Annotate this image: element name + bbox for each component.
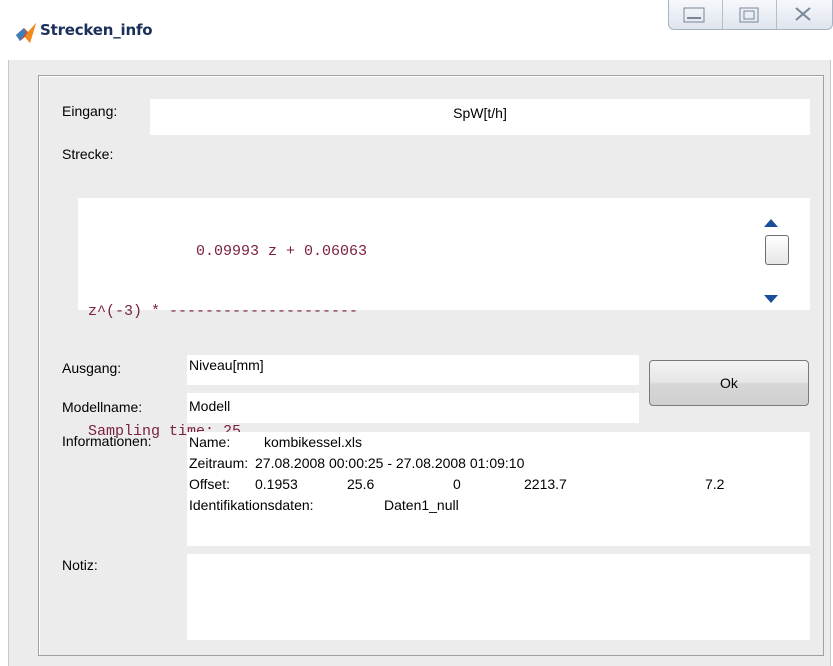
close-button[interactable] bbox=[777, 0, 832, 29]
info-offset-value: 0.1953 bbox=[255, 476, 298, 492]
scrollbar-thumb[interactable] bbox=[765, 235, 789, 265]
strecke-label: Strecke: bbox=[62, 146, 114, 162]
minimize-button[interactable] bbox=[669, 0, 723, 29]
info-ident-value: Daten1_null bbox=[384, 497, 459, 513]
ausgang-value: Niveau[mm] bbox=[189, 357, 264, 373]
eingang-label: Eingang: bbox=[62, 103, 118, 119]
info-zeitraum-value: 27.08.2008 00:00:25 - 27.08.2008 01:09:1… bbox=[255, 455, 525, 471]
modellname-label: Modellname: bbox=[62, 399, 143, 415]
ausgang-label: Ausgang: bbox=[62, 360, 122, 376]
title-bar: Strecken_info bbox=[0, 0, 833, 60]
notiz-textarea[interactable] bbox=[187, 554, 810, 640]
info-name-value: kombikessel.xls bbox=[264, 434, 363, 450]
maximize-icon bbox=[739, 7, 759, 23]
eingang-value: SpW[t/h] bbox=[453, 105, 507, 121]
close-icon bbox=[794, 7, 811, 21]
window-title: Strecken_info bbox=[40, 21, 153, 39]
modellname-value: Modell bbox=[189, 398, 231, 414]
info-name-label: Name: bbox=[189, 434, 231, 450]
ausgang-field[interactable]: Niveau[mm] bbox=[187, 355, 639, 385]
info-offset-value: 25.6 bbox=[347, 476, 375, 492]
notiz-label: Notiz: bbox=[62, 557, 98, 573]
info-offset-label: Offset: bbox=[189, 476, 230, 492]
info-zeitraum-label: Zeitraum: bbox=[189, 455, 249, 471]
window-controls bbox=[668, 0, 833, 30]
minimize-icon bbox=[683, 7, 705, 23]
info-ident-label: Identifikationsdaten: bbox=[189, 497, 314, 513]
matlab-logo-icon bbox=[16, 23, 36, 43]
informationen-box: Name: kombikessel.xls Zeitraum: 27.08.20… bbox=[187, 432, 810, 546]
tf-numerator: 0.09993 z + 0.06063 bbox=[88, 243, 368, 260]
ok-button[interactable]: Ok bbox=[649, 360, 809, 406]
maximize-button[interactable] bbox=[723, 0, 777, 29]
tf-fraction-line: z^(-3) * --------------------- bbox=[88, 303, 359, 320]
info-offset-value: 7.2 bbox=[705, 476, 725, 492]
scroll-down-arrow-icon[interactable] bbox=[764, 295, 778, 303]
info-offset-value: 2213.7 bbox=[524, 476, 567, 492]
informationen-label: Informationen: bbox=[62, 433, 152, 449]
info-offset-value: 0 bbox=[453, 476, 461, 492]
modellname-field[interactable]: Modell bbox=[187, 393, 639, 423]
eingang-field[interactable]: SpW[t/h] bbox=[150, 99, 810, 135]
transfer-function-box[interactable]: 0.09993 z + 0.06063 z^(-3) * -----------… bbox=[78, 198, 810, 440]
scroll-up-arrow-icon[interactable] bbox=[764, 219, 778, 227]
